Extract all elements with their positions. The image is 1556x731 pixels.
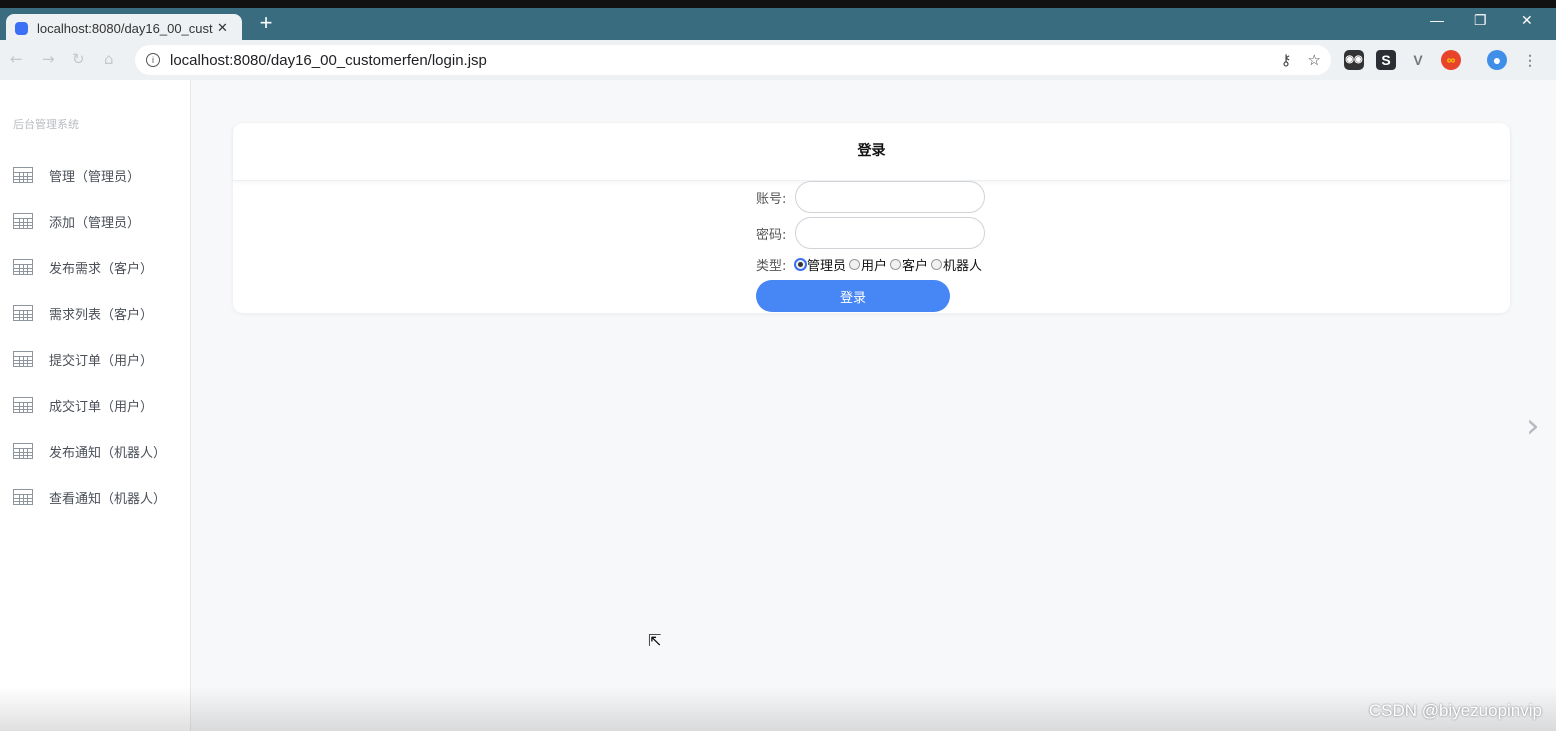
sidebar-item-label: 发布需求（客户） xyxy=(49,261,154,277)
address-url[interactable]: localhost:8080/day16_00_customerfen/logi… xyxy=(170,52,487,69)
password-input[interactable] xyxy=(795,217,985,249)
new-tab-button[interactable]: + xyxy=(254,12,278,36)
tab-title: localhost:8080/day16_00_customerfen/logi… xyxy=(37,20,213,36)
login-card: 登录 账号: 密码: 类型: 管理员 用户 客户 机器人 登录 xyxy=(233,123,1510,313)
address-bar[interactable]: i localhost:8080/day16_00_customerfen/lo… xyxy=(135,45,1331,75)
type-option-admin[interactable]: 管理员 xyxy=(795,255,846,274)
radio-admin[interactable] xyxy=(795,259,806,270)
grid-table-icon xyxy=(13,213,33,229)
sidebar-item-label: 提交订单（用户） xyxy=(49,353,154,369)
password-row: 密码: xyxy=(756,217,985,249)
home-icon[interactable]: ⌂ xyxy=(104,50,114,68)
radio-customer[interactable] xyxy=(890,259,902,270)
browser-toolbar: ← → ↻ ⌂ i localhost:8080/day16_00_custom… xyxy=(0,40,1556,80)
extension-mask-icon[interactable]: ◉◉ xyxy=(1344,50,1364,70)
grid-table-icon xyxy=(13,351,33,367)
extension-v-icon[interactable]: V xyxy=(1408,50,1428,70)
account-label: 账号: xyxy=(756,191,787,207)
grid-table-icon xyxy=(13,397,33,413)
sidebar-item-submit-order[interactable]: 提交订单（用户） xyxy=(13,347,153,371)
type-option-label: 客户 xyxy=(902,259,929,274)
type-option-robot[interactable]: 机器人 xyxy=(931,255,982,274)
mouse-cursor-icon: ⇱ xyxy=(648,631,662,650)
grid-table-icon xyxy=(13,489,33,505)
restore-button[interactable]: ❐ xyxy=(1474,12,1487,29)
menu-dots-icon[interactable]: ⋮ xyxy=(1520,50,1540,70)
window-close-button[interactable]: ✕ xyxy=(1521,12,1533,29)
tab-close-icon[interactable]: ✕ xyxy=(217,21,228,36)
sidebar-item-publish-notice[interactable]: 发布通知（机器人） xyxy=(13,439,166,463)
minimize-button[interactable]: — xyxy=(1430,12,1444,28)
extension-infinity-icon[interactable]: ∞ xyxy=(1441,50,1461,70)
sidebar-item-label: 发布通知（机器人） xyxy=(49,445,167,461)
account-input[interactable] xyxy=(795,181,985,213)
type-option-label: 机器人 xyxy=(943,259,983,274)
star-icon[interactable]: ☆ xyxy=(1308,51,1321,69)
sidebar-brand: 后台管理系统 xyxy=(13,118,79,131)
type-option-label: 管理员 xyxy=(807,259,847,274)
site-info-icon[interactable]: i xyxy=(146,53,160,67)
back-arrow-icon[interactable]: ← xyxy=(10,50,23,68)
window-top-edge xyxy=(0,0,1556,8)
sidebar: 后台管理系统 管理（管理员） 添加（管理员） 发布需求（客户） 需求列表（客户）… xyxy=(0,80,191,731)
watermark: CSDN @biyezuopinvip xyxy=(1368,701,1542,720)
browser-tab[interactable]: localhost:8080/day16_00_customerfen/logi… xyxy=(6,14,242,42)
key-icon[interactable]: ⚷ xyxy=(1281,51,1292,69)
tab-strip: localhost:8080/day16_00_customerfen/logi… xyxy=(0,8,1556,42)
type-label: 类型: xyxy=(756,259,787,274)
bottom-shadow xyxy=(0,686,1556,731)
chevron-right-icon[interactable]: › xyxy=(1526,406,1540,446)
sidebar-item-label: 管理（管理员） xyxy=(49,169,141,185)
radio-robot[interactable] xyxy=(931,259,943,270)
favicon-icon xyxy=(15,21,28,35)
password-label: 密码: xyxy=(756,227,787,243)
type-option-user[interactable]: 用户 xyxy=(849,255,887,274)
extension-s-icon[interactable]: S xyxy=(1376,50,1396,70)
grid-table-icon xyxy=(13,443,33,459)
login-button[interactable]: 登录 xyxy=(756,280,950,312)
sidebar-item-label: 成交订单（用户） xyxy=(49,399,154,415)
type-option-label: 用户 xyxy=(861,259,888,274)
sidebar-item-label: 查看通知（机器人） xyxy=(49,491,167,507)
sidebar-item-publish-demand[interactable]: 发布需求（客户） xyxy=(13,255,153,279)
sidebar-item-closed-orders[interactable]: 成交订单（用户） xyxy=(13,393,153,417)
sidebar-item-view-notice[interactable]: 查看通知（机器人） xyxy=(13,485,166,509)
login-title: 登录 xyxy=(233,123,1510,181)
account-row: 账号: xyxy=(756,181,985,213)
sidebar-item-demand-list[interactable]: 需求列表（客户） xyxy=(13,301,153,325)
grid-table-icon xyxy=(13,305,33,321)
type-radio-group: 管理员 用户 客户 机器人 xyxy=(795,255,985,274)
sidebar-item-label: 添加（管理员） xyxy=(49,215,141,231)
grid-table-icon xyxy=(13,259,33,275)
radio-user[interactable] xyxy=(849,259,861,270)
reload-icon[interactable]: ↻ xyxy=(72,50,85,68)
type-row: 类型: 管理员 用户 客户 机器人 xyxy=(756,255,985,274)
forward-arrow-icon[interactable]: → xyxy=(42,50,55,68)
grid-table-icon xyxy=(13,167,33,183)
sidebar-item-add-admin[interactable]: 添加（管理员） xyxy=(13,209,140,233)
sidebar-item-manage-admin[interactable]: 管理（管理员） xyxy=(13,163,140,187)
profile-avatar-icon[interactable]: ● xyxy=(1487,50,1507,70)
sidebar-item-label: 需求列表（客户） xyxy=(49,307,154,323)
type-option-customer[interactable]: 客户 xyxy=(890,255,928,274)
